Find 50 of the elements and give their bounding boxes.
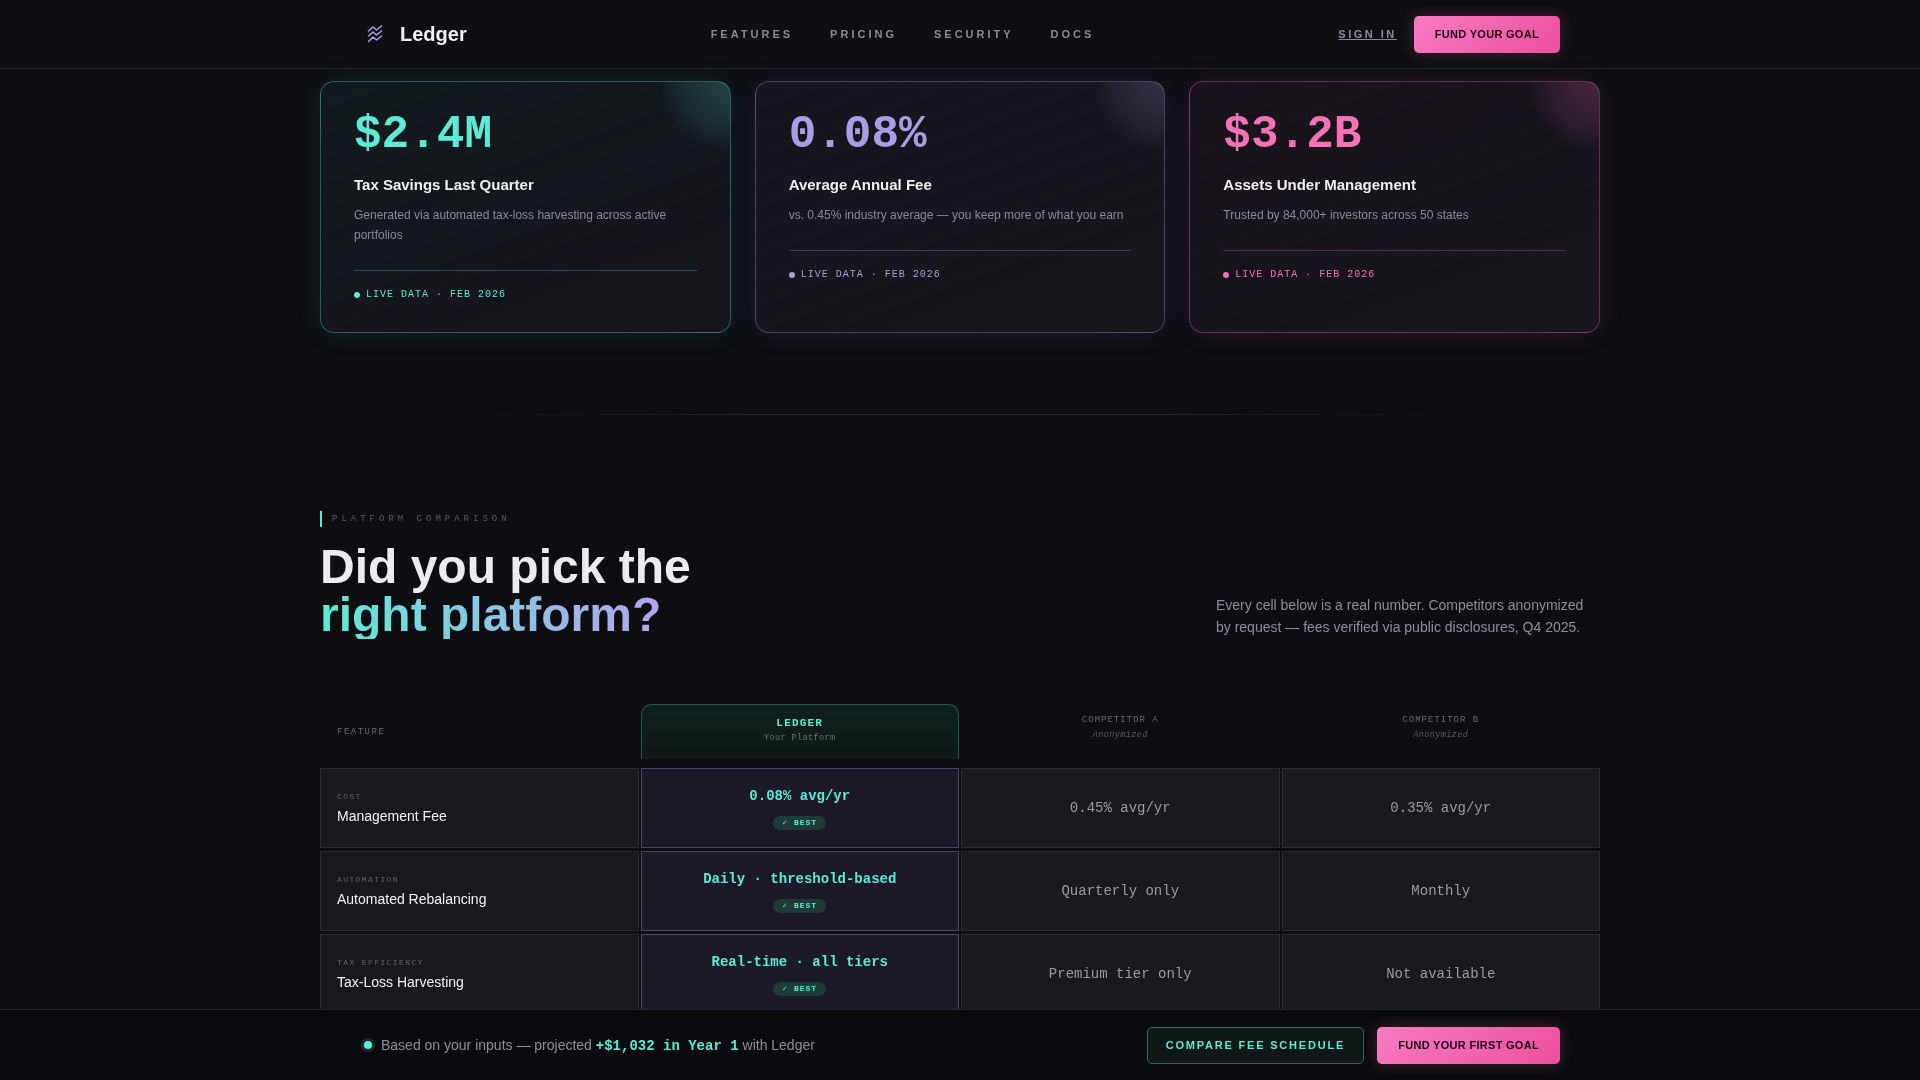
best-badge: ✓ BEST — [773, 815, 827, 830]
fund-goal-button[interactable]: FUND YOUR GOAL — [1413, 15, 1560, 53]
column-subtitle: Anonymized — [1413, 729, 1469, 741]
stat-description: vs. 0.45% industry average — you keep more of what you earn — [788, 207, 1125, 224]
stat-title: Tax Savings Last Quarter — [354, 175, 535, 195]
stat-value: $2.4M — [354, 110, 493, 161]
column-title: COMPETITOR B — [1402, 714, 1480, 727]
feature-name: Automated Rebalancing — [337, 890, 488, 908]
feature-name: Tax-Loss Harvesting — [337, 973, 465, 991]
fund-first-goal-button[interactable]: FUND YOUR FIRST GOAL — [1377, 1026, 1560, 1064]
stat-description: Generated via automated tax-loss harvesting across active portfolios — [354, 207, 668, 244]
stat-value: $3.2B — [1223, 110, 1362, 161]
stat-description: Trusted by 84,000+ investors across 50 states — [1223, 207, 1470, 224]
stat-title: Average Annual Fee — [788, 175, 933, 195]
category-label: COST — [337, 791, 363, 803]
sign-in-link[interactable]: SIGN IN — [1338, 28, 1397, 40]
table-cell: 0.45% avg/yr — [961, 768, 1280, 848]
nav-link[interactable]: FEATURES — [710, 28, 794, 40]
section-heading: Did you pick the right platform? — [320, 543, 691, 639]
live-data-label: LIVE DATA · FEB 2026 — [366, 288, 507, 302]
live-data-label: LIVE DATA · FEB 2026 — [1235, 268, 1376, 282]
cell-value: Real-time · all tiers — [711, 952, 888, 971]
table-cell: Monthly — [1281, 851, 1600, 931]
stat-value: 0.08% — [788, 110, 927, 161]
cell-value: 0.08% avg/yr — [749, 786, 851, 805]
category-label: AUTOMATION — [337, 874, 400, 886]
section-note: Every cell below is a real number. Competitors anonymized by request — fees verified via public disclosures, Q4 2025. — [1216, 596, 1585, 637]
eyebrow-label: PLATFORM COMPARISON — [320, 511, 511, 527]
column-title: FEATURE — [337, 726, 386, 737]
table-cell: Quarterly only — [961, 851, 1280, 931]
category-label: TAX EFFICIENCY — [337, 957, 425, 969]
nav-link[interactable]: SECURITY — [933, 28, 1014, 40]
stat-title: Assets Under Management — [1223, 175, 1417, 195]
table-cell: 0.35% avg/yr — [1281, 768, 1600, 848]
compare-fee-button[interactable]: COMPARE FEE SCHEDULE — [1146, 1026, 1365, 1064]
nav-link[interactable]: PRICING — [830, 28, 897, 40]
status-dot-icon — [364, 1041, 372, 1049]
projection-message: Based on your inputs — projected +$1,032 in Year 1 with Ledger — [381, 1036, 815, 1054]
column-title: COMPETITOR A — [1081, 714, 1159, 727]
brand-name[interactable]: Ledger — [400, 22, 467, 46]
cell-value: Daily · threshold-based — [703, 869, 897, 888]
column-subtitle: Your Platform — [764, 732, 836, 744]
best-badge: ✓ BEST — [773, 981, 827, 996]
column-subtitle: Anonymized — [1092, 729, 1148, 741]
column-title: LEDGER — [776, 716, 824, 730]
best-badge: ✓ BEST — [773, 898, 827, 913]
zigzag-icon — [367, 25, 383, 43]
feature-name: Management Fee — [337, 807, 448, 825]
live-data-label: LIVE DATA · FEB 2026 — [800, 268, 941, 282]
nav-link[interactable]: DOCS — [1050, 28, 1095, 40]
